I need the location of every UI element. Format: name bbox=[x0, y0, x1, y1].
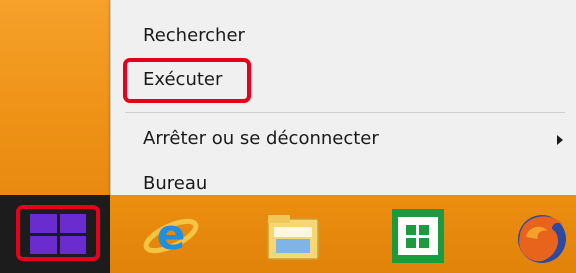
menu-item-label: Arrêter ou se déconnecter bbox=[143, 128, 379, 149]
svg-text:e: e bbox=[157, 210, 186, 259]
firefox-icon[interactable] bbox=[508, 205, 570, 265]
start-context-menu: Rechercher Exécuter Arrêter ou se déconn… bbox=[110, 0, 576, 211]
executer-highlight-box bbox=[123, 58, 251, 103]
start-button[interactable] bbox=[16, 205, 100, 261]
taskbar: e bbox=[0, 195, 576, 273]
file-explorer-icon[interactable] bbox=[262, 205, 324, 265]
windows-store-icon[interactable] bbox=[388, 205, 450, 265]
menu-item-label: Bureau bbox=[143, 173, 208, 194]
windows-start-icon bbox=[30, 214, 86, 254]
internet-explorer-icon[interactable]: e bbox=[140, 205, 202, 265]
menu-item-rechercher[interactable]: Rechercher bbox=[111, 18, 576, 54]
menu-item-label: Rechercher bbox=[143, 25, 245, 46]
menu-item-cut-off[interactable] bbox=[111, 0, 576, 2]
menu-separator bbox=[125, 112, 565, 113]
submenu-arrow-icon bbox=[557, 135, 563, 145]
menu-item-arreter[interactable]: Arrêter ou se déconnecter bbox=[111, 121, 576, 157]
